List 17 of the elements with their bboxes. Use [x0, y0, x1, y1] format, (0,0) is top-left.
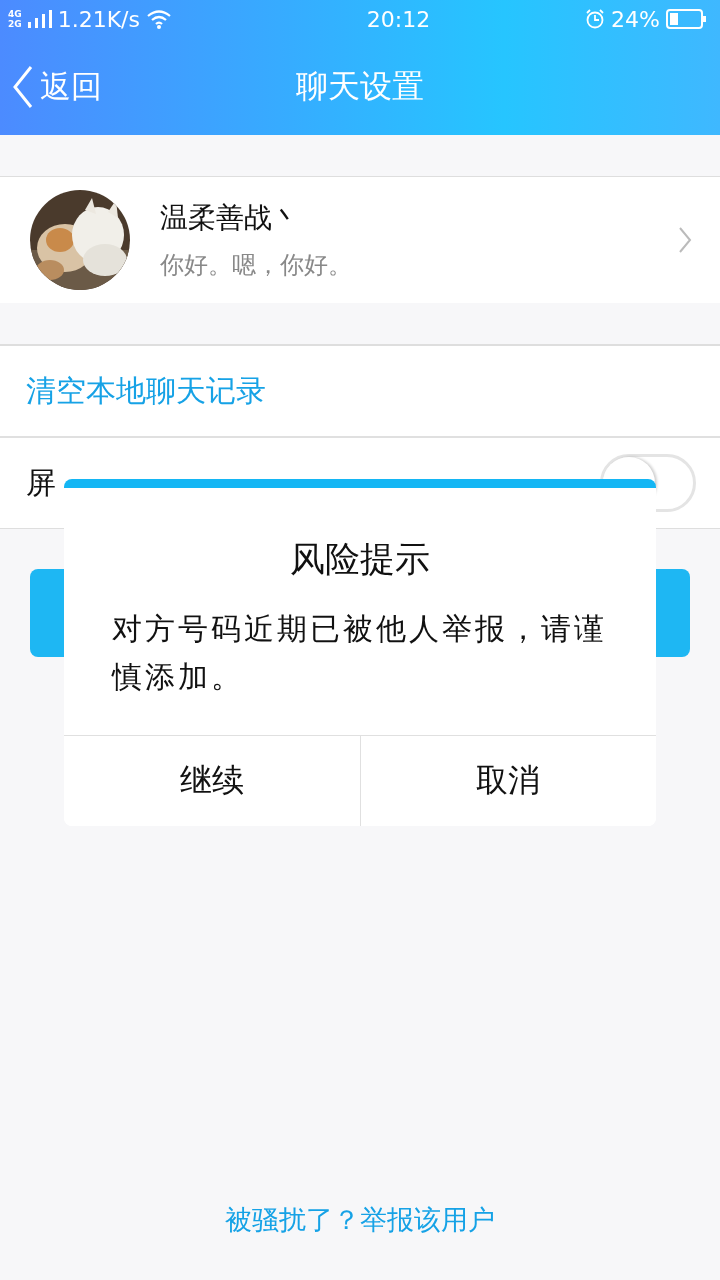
battery-percent: 24%: [611, 6, 660, 32]
network-label: 4G 2G: [8, 9, 22, 29]
dialog-title: 风险提示: [289, 538, 431, 581]
battery-icon: [666, 9, 706, 29]
block-label: 屏: [26, 463, 56, 502]
chevron-right-icon: [678, 226, 692, 254]
network-speed: 1.21K/s: [57, 6, 140, 32]
clock-time: 20:12: [366, 6, 431, 32]
contact-name: 温柔善战丶: [160, 200, 301, 236]
profile-row[interactable]: 温柔善战丶 你好。嗯，你好。: [0, 177, 720, 303]
back-chevron-icon: [12, 64, 34, 109]
alarm-icon: [585, 9, 606, 29]
contact-signature: 你好。嗯，你好。: [160, 250, 353, 281]
page-title: 聊天设置: [296, 65, 424, 107]
wifi-icon: [145, 9, 172, 29]
signal-icon: [27, 10, 52, 28]
dialog-message: 对方号码近期已被他人举报，请谨慎添加。: [112, 610, 608, 696]
